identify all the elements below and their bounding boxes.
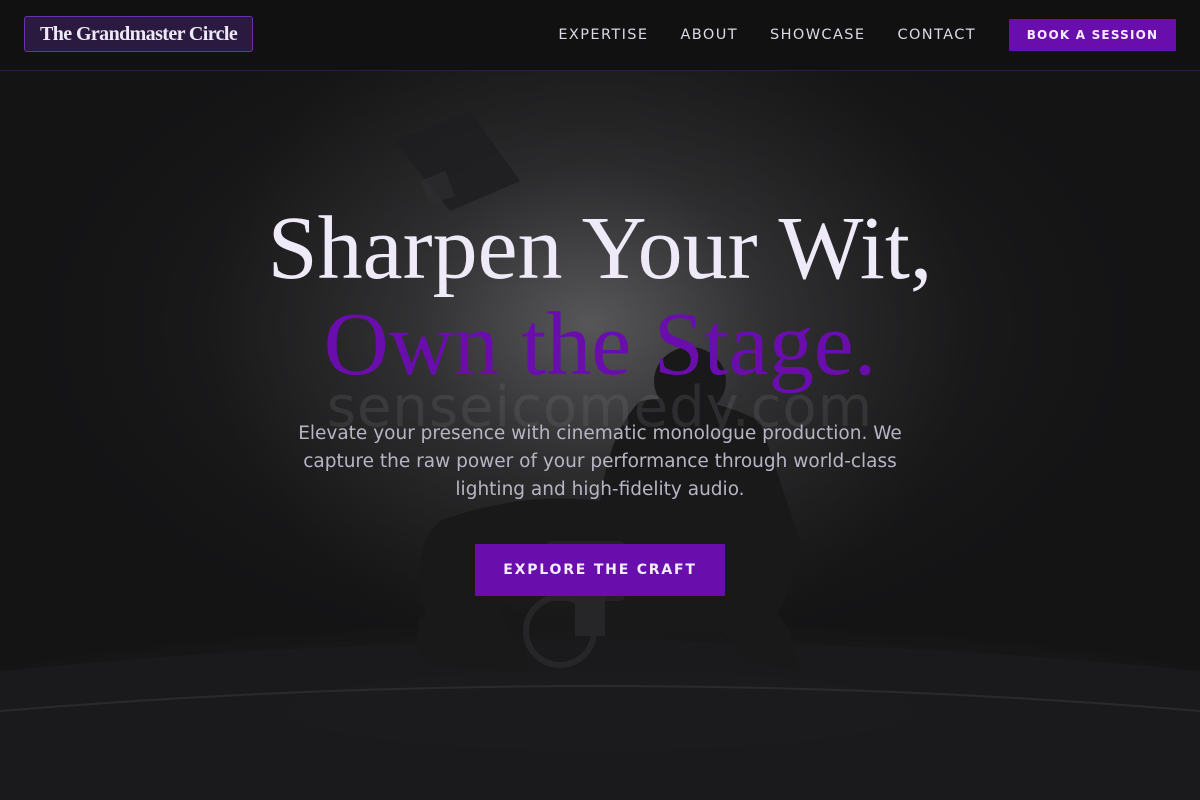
nav-link-contact[interactable]: CONTACT <box>897 27 976 43</box>
brand-logo[interactable]: The Grandmaster Circle <box>24 16 254 52</box>
primary-nav: EXPERTISE ABOUT SHOWCASE CONTACT <box>558 0 976 70</box>
nav-link-showcase[interactable]: SHOWCASE <box>770 27 865 43</box>
nav-link-about[interactable]: ABOUT <box>680 27 738 43</box>
hero-headline: Sharpen Your Wit, Own the Stage. <box>0 201 1200 393</box>
hero-subtitle: Elevate your presence with cinematic mon… <box>298 423 902 500</box>
nav-link-expertise[interactable]: EXPERTISE <box>558 27 648 43</box>
book-session-button[interactable]: BOOK A SESSION <box>1009 19 1176 51</box>
explore-craft-button[interactable]: EXPLORE THE CRAFT <box>475 544 725 596</box>
hero-section: Sharpen Your Wit, Own the Stage. senseic… <box>0 71 1200 800</box>
top-navigation-bar: The Grandmaster Circle EXPERTISE ABOUT S… <box>0 0 1200 71</box>
headline-line-1: Sharpen Your Wit, <box>267 199 933 298</box>
